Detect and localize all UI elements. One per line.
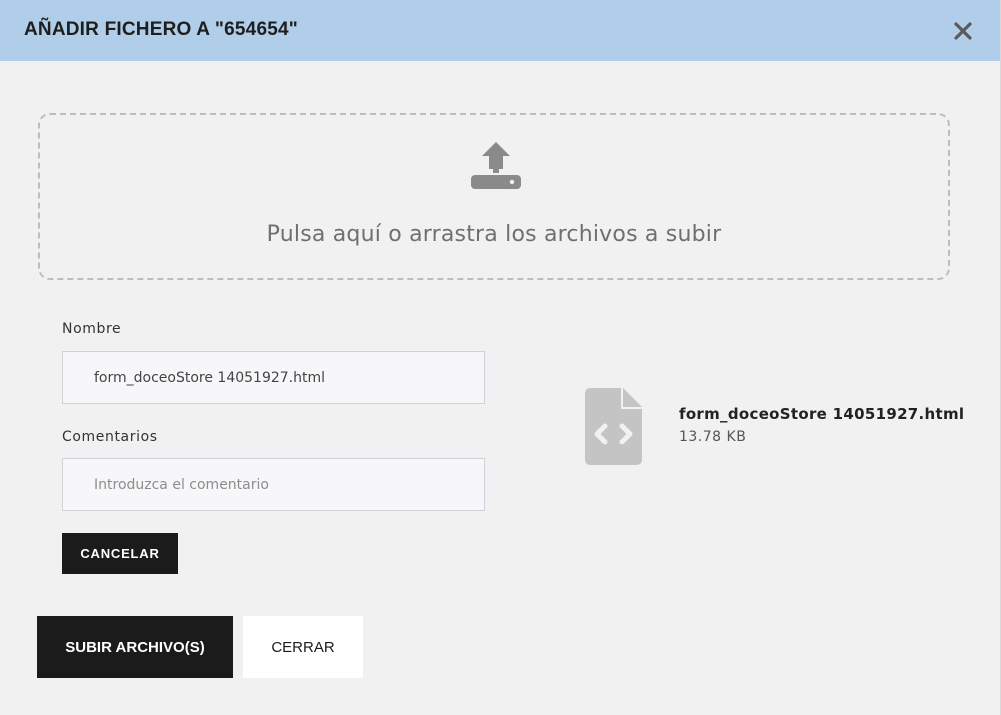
cancel-button[interactable]: CANCELAR xyxy=(62,533,178,574)
comments-field[interactable] xyxy=(62,458,485,511)
dropzone-text: Pulsa aquí o arrastra los archivos a sub… xyxy=(266,222,722,247)
name-field[interactable] xyxy=(62,351,485,404)
upload-icon xyxy=(469,139,523,193)
name-label: Nombre xyxy=(62,321,122,337)
code-file-icon xyxy=(585,388,642,465)
file-name: form_doceoStore 14051927.html xyxy=(679,405,965,423)
upload-files-button[interactable]: SUBIR ARCHIVO(S) xyxy=(37,616,233,678)
close-icon[interactable] xyxy=(950,18,976,44)
close-button[interactable]: CERRAR xyxy=(243,616,363,678)
file-dropzone[interactable]: Pulsa aquí o arrastra los archivos a sub… xyxy=(38,113,950,280)
dialog-title: AÑADIR FICHERO A "654654" xyxy=(24,19,298,40)
upload-dialog: AÑADIR FICHERO A "654654" Pulsa aquí o a… xyxy=(0,0,1000,715)
file-size: 13.78 KB xyxy=(679,429,747,445)
comments-label: Comentarios xyxy=(62,429,158,445)
dialog-header: AÑADIR FICHERO A "654654" xyxy=(0,0,1000,61)
